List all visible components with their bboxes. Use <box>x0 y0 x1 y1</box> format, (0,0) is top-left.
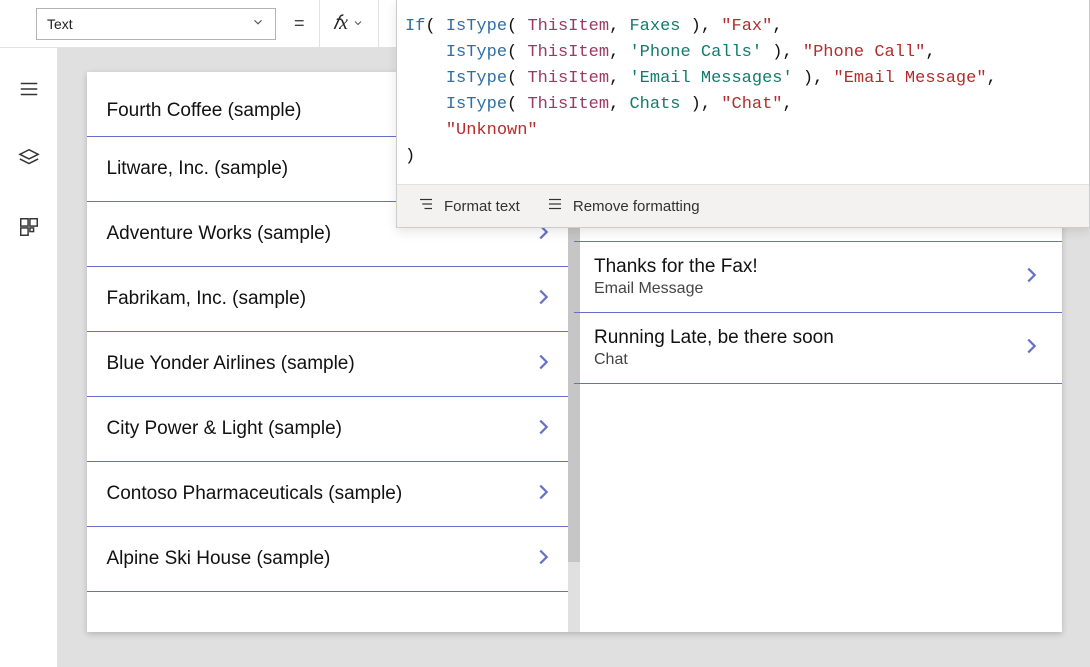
account-name: Litware, Inc. (sample) <box>107 158 289 180</box>
chevron-right-icon[interactable] <box>532 481 554 508</box>
chevron-right-icon[interactable] <box>532 286 554 313</box>
list-item[interactable]: Fabrikam, Inc. (sample) <box>87 267 575 332</box>
formula-text[interactable]: If( IsType( ThisItem, Faxes ), "Fax", Is… <box>397 0 1089 184</box>
formula-editor: If( IsType( ThisItem, Faxes ), "Fax", Is… <box>396 0 1090 228</box>
chevron-down-icon <box>251 15 265 32</box>
fx-button[interactable]: 𝑓x <box>319 0 379 48</box>
account-name: Adventure Works (sample) <box>107 223 332 245</box>
components-icon[interactable] <box>18 216 40 243</box>
chevron-right-icon[interactable] <box>532 351 554 378</box>
property-selector-value: Text <box>47 16 73 32</box>
chevron-down-icon <box>352 13 364 34</box>
format-text-icon <box>417 195 435 217</box>
remove-formatting-button[interactable]: Remove formatting <box>546 195 700 217</box>
chevron-right-icon[interactable] <box>1020 335 1042 362</box>
account-name: City Power & Light (sample) <box>107 418 342 440</box>
activity-type: Email Message <box>594 280 758 298</box>
remove-formatting-icon <box>546 195 564 217</box>
account-name: Alpine Ski House (sample) <box>107 548 331 570</box>
layers-icon[interactable] <box>18 147 40 174</box>
list-item[interactable]: Blue Yonder Airlines (sample) <box>87 332 575 397</box>
fx-label: 𝑓x <box>333 12 348 35</box>
activity-type: Chat <box>594 351 834 369</box>
list-item[interactable]: City Power & Light (sample) <box>87 397 575 462</box>
formula-toolbar: Format text Remove formatting <box>397 184 1089 227</box>
list-item[interactable]: Alpine Ski House (sample) <box>87 527 575 592</box>
activity-subject: Thanks for the Fax! <box>594 256 758 278</box>
list-item[interactable]: Running Late, be there soon Chat <box>574 313 1062 384</box>
format-text-label: Format text <box>444 198 520 215</box>
list-item[interactable]: Thanks for the Fax! Email Message <box>574 242 1062 313</box>
chevron-right-icon[interactable] <box>532 546 554 573</box>
property-selector[interactable]: Text <box>36 8 276 40</box>
list-item[interactable]: Contoso Pharmaceuticals (sample) <box>87 462 575 527</box>
account-name: Fabrikam, Inc. (sample) <box>107 288 307 310</box>
format-text-button[interactable]: Format text <box>417 195 520 217</box>
chevron-right-icon[interactable] <box>1020 264 1042 291</box>
activity-subject: Running Late, be there soon <box>594 327 834 349</box>
hamburger-icon[interactable] <box>18 78 40 105</box>
chevron-right-icon[interactable] <box>532 416 554 443</box>
remove-formatting-label: Remove formatting <box>573 198 700 215</box>
account-name: Blue Yonder Airlines (sample) <box>107 353 355 375</box>
left-rail <box>0 0 58 667</box>
account-name: Contoso Pharmaceuticals (sample) <box>107 483 403 505</box>
account-name: Fourth Coffee (sample) <box>107 100 302 122</box>
equals-sign: = <box>294 13 305 34</box>
